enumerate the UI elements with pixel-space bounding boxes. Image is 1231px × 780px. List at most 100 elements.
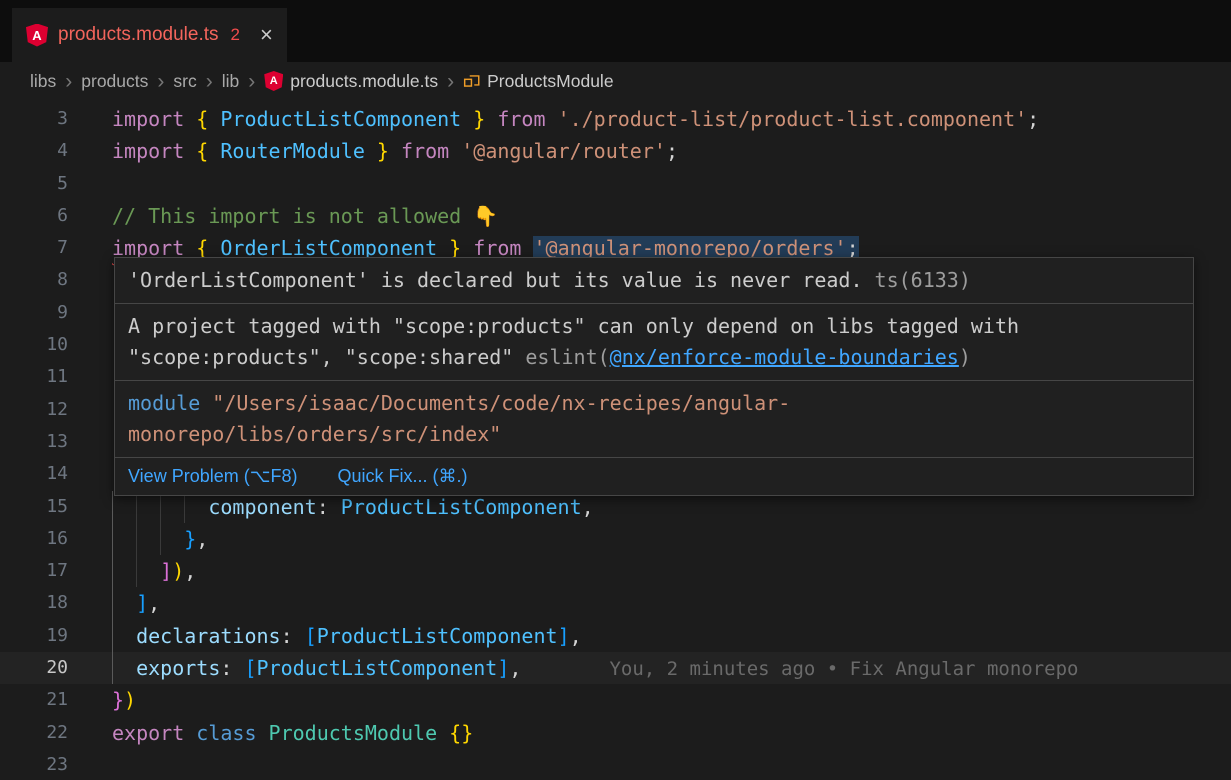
- line-number[interactable]: 21: [0, 684, 68, 716]
- breadcrumb-item-lib[interactable]: lib: [222, 71, 240, 92]
- token: ,: [184, 559, 196, 583]
- hover-module-info: module "/Users/isaac/Documents/code/nx-r…: [115, 381, 1193, 458]
- breadcrumb-item-src[interactable]: src: [173, 71, 196, 92]
- code-line[interactable]: 4import { RouterModule } from '@angular/…: [0, 135, 1231, 167]
- angular-icon: A: [264, 71, 283, 91]
- line-number[interactable]: 20: [0, 652, 68, 684]
- token: ProductListComponent: [341, 495, 582, 519]
- code-line[interactable]: 20 exports: [ProductListComponent],You, …: [0, 652, 1231, 684]
- line-number[interactable]: 9: [0, 297, 68, 329]
- code-line[interactable]: 6 // This import is not allowed 👇: [0, 200, 1231, 232]
- token: ,: [196, 527, 208, 551]
- breadcrumb-item-file[interactable]: products.module.ts: [290, 71, 438, 92]
- angular-icon: A: [26, 24, 48, 47]
- line-number[interactable]: 17: [0, 555, 68, 587]
- token: }: [461, 107, 485, 131]
- breadcrumb-item-libs[interactable]: libs: [30, 71, 56, 92]
- breadcrumb: libs › products › src › lib › A products…: [0, 62, 1231, 100]
- chevron-right-icon: ›: [157, 71, 164, 92]
- chevron-right-icon: ›: [447, 71, 454, 92]
- token: ProductListComponent: [220, 107, 461, 131]
- line-number[interactable]: 12: [0, 394, 68, 426]
- token: ]: [136, 591, 148, 615]
- indent-guide: [160, 523, 161, 555]
- token: exports: [136, 656, 220, 680]
- token: [112, 527, 184, 551]
- line-number[interactable]: 8: [0, 264, 68, 296]
- module-path: monorepo/libs/orders/src/index": [128, 422, 501, 446]
- token: component: [208, 495, 316, 519]
- line-number[interactable]: 15: [0, 491, 68, 523]
- token: [112, 656, 136, 680]
- code-content: declarations: [ProductListComponent],: [112, 620, 1231, 652]
- hover-actions: View Problem (⌥F8) Quick Fix... (⌘.): [115, 458, 1193, 495]
- quick-fix-button[interactable]: Quick Fix... (⌘.): [337, 466, 467, 487]
- line-number[interactable]: 6: [0, 200, 68, 232]
- hover-eslint-message: A project tagged with "scope:products" c…: [115, 304, 1193, 381]
- line-number[interactable]: 7: [0, 232, 68, 264]
- line-number[interactable]: 5: [0, 168, 68, 200]
- token: [112, 591, 136, 615]
- code-line[interactable]: 16 },: [0, 523, 1231, 555]
- code-line[interactable]: 18 ],: [0, 587, 1231, 619]
- token: }: [365, 139, 389, 163]
- vscode-window: A products.module.ts 2 × libs › products…: [0, 0, 1231, 780]
- view-problem-button[interactable]: View Problem (⌥F8): [128, 466, 297, 487]
- code-line[interactable]: 23: [0, 749, 1231, 780]
- code-content: [112, 168, 1231, 200]
- line-number[interactable]: 18: [0, 587, 68, 619]
- token: import: [112, 107, 196, 131]
- code-line[interactable]: 21}): [0, 684, 1231, 716]
- token: ,: [148, 591, 160, 615]
- indent-guide: [112, 491, 113, 523]
- chevron-right-icon: ›: [206, 71, 213, 92]
- indent-guide: [112, 652, 113, 684]
- tab-products-module[interactable]: A products.module.ts 2 ×: [12, 8, 287, 62]
- line-number[interactable]: 13: [0, 426, 68, 458]
- token: ,: [582, 495, 594, 519]
- token: {: [196, 107, 220, 131]
- token: from: [389, 139, 461, 163]
- indent-guide: [112, 523, 113, 555]
- breadcrumb-item-symbol[interactable]: ProductsModule: [487, 71, 613, 92]
- code-line[interactable]: 22 export class ProductsModule {}: [0, 717, 1231, 749]
- code-content: }): [112, 684, 1231, 716]
- code-content: [112, 749, 1231, 780]
- line-number[interactable]: 22: [0, 717, 68, 749]
- line-number[interactable]: 16: [0, 523, 68, 555]
- code-line[interactable]: 3 import { ProductListComponent } from '.…: [0, 103, 1231, 135]
- code-content: import { ProductListComponent } from './…: [112, 103, 1231, 135]
- code-content: export class ProductsModule {}: [112, 717, 1231, 749]
- token: export: [112, 721, 196, 745]
- hover-ts-message: 'OrderListComponent' is declared but its…: [115, 258, 1193, 304]
- line-number[interactable]: 10: [0, 329, 68, 361]
- close-icon[interactable]: ×: [260, 24, 273, 46]
- token: ]: [558, 624, 570, 648]
- eslint-rule-link[interactable]: @nx/enforce-module-boundaries: [610, 345, 959, 369]
- line-number[interactable]: 14: [0, 458, 68, 490]
- chevron-right-icon: ›: [65, 71, 72, 92]
- breadcrumb-item-products[interactable]: products: [81, 71, 148, 92]
- token: ): [172, 559, 184, 583]
- line-number[interactable]: 4: [0, 135, 68, 167]
- token: ,: [509, 656, 521, 680]
- line-number[interactable]: 3: [0, 103, 68, 135]
- problem-hover-popup: 'OrderListComponent' is declared but its…: [114, 257, 1194, 496]
- line-number[interactable]: 19: [0, 620, 68, 652]
- token: ,: [570, 624, 582, 648]
- token: }: [184, 527, 196, 551]
- line-number[interactable]: 11: [0, 361, 68, 393]
- token: ]: [160, 559, 172, 583]
- diagnostic-source: eslint(: [525, 345, 609, 369]
- diagnostic-source: ts(6133): [863, 268, 971, 292]
- token: '@angular/router': [461, 139, 666, 163]
- code-line[interactable]: 5: [0, 168, 1231, 200]
- code-line[interactable]: 17 ]),: [0, 555, 1231, 587]
- diagnostic-text: 'OrderListComponent' is declared but its…: [128, 268, 863, 292]
- code-line[interactable]: 19 declarations: [ProductListComponent],: [0, 620, 1231, 652]
- code-content: ]),: [112, 555, 1231, 587]
- line-number[interactable]: 23: [0, 749, 68, 780]
- token: import: [112, 139, 196, 163]
- code-content: // This import is not allowed 👇: [112, 200, 1231, 232]
- symbol-class-icon: [463, 72, 481, 90]
